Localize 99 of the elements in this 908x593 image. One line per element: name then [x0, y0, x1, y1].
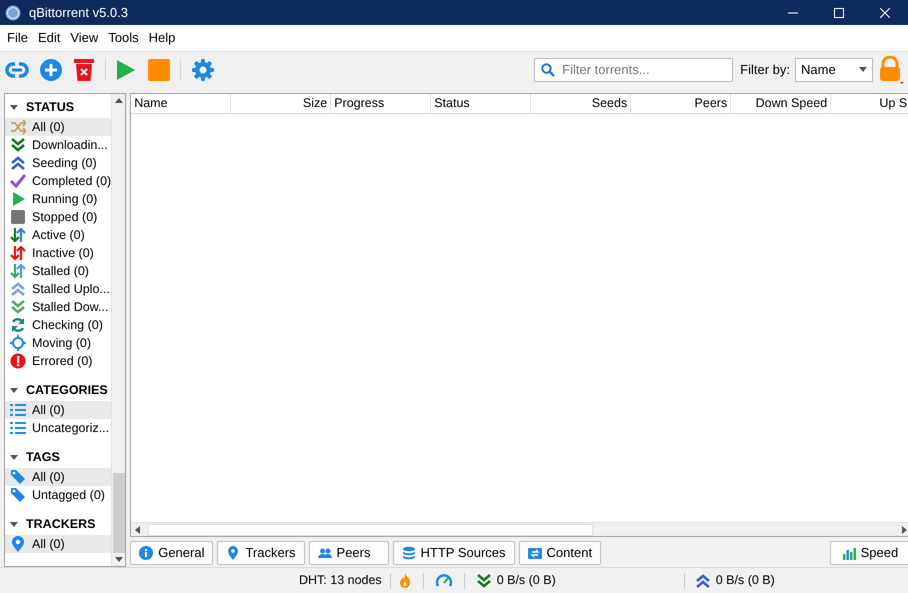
play-icon[interactable] [116, 58, 136, 80]
info-icon [139, 546, 154, 560]
filter-item[interactable]: Moving (0) [5, 334, 112, 352]
filter-item[interactable]: Errored (0) [5, 352, 112, 370]
column-header[interactable]: Seeds [531, 94, 632, 113]
filter-item[interactable]: Untagged (0) [5, 486, 112, 504]
column-header[interactable]: Peers [631, 94, 732, 113]
list-icon [10, 402, 26, 418]
tab-button[interactable]: Peers [308, 541, 389, 566]
search-icon [541, 62, 556, 76]
download-icon [476, 574, 491, 588]
app-logo-icon [5, 4, 21, 20]
tag-icon [10, 487, 26, 503]
tab-button[interactable]: Content [518, 541, 602, 566]
column-header[interactable]: Up S [831, 94, 908, 113]
stop-square-icon [10, 209, 26, 225]
upload-speed: 0 B/s (0 B) [716, 572, 775, 590]
close-icon[interactable] [880, 8, 890, 18]
upload-icon [696, 574, 710, 588]
double-chevron-up-icon [10, 155, 26, 171]
shuffle-icon [10, 119, 26, 135]
filter-value: Name [801, 60, 836, 79]
horizontal-scrollbar[interactable] [131, 522, 908, 536]
filter-item[interactable]: Stopped (0) [5, 208, 112, 226]
tab-button[interactable]: Trackers [217, 541, 305, 566]
filter-item[interactable]: All (0) [5, 118, 112, 136]
filter-item[interactable]: Inactive (0) [5, 244, 112, 262]
double-chevron-down-icon [10, 299, 26, 315]
column-header[interactable]: Down Speed [731, 94, 832, 113]
filter-label: Filter by: [740, 60, 790, 79]
gauge-icon[interactable] [436, 573, 452, 588]
scrollbar[interactable] [111, 94, 126, 566]
folder-arrows-icon [528, 546, 542, 560]
collapse-caret-icon[interactable] [10, 388, 18, 392]
scroll-down-icon[interactable] [114, 557, 123, 562]
maximize-icon[interactable] [834, 8, 844, 18]
bar-chart-icon [842, 546, 856, 560]
scroll-right-icon[interactable] [902, 526, 908, 534]
collapse-caret-icon[interactable] [10, 522, 18, 526]
settings-icon[interactable] [191, 58, 215, 82]
dht-status: DHT: 13 nodes [299, 572, 382, 590]
double-chevron-down-icon [10, 137, 26, 153]
filter-item[interactable]: Running (0) [5, 190, 112, 208]
column-header[interactable]: Size [231, 94, 332, 113]
filter-item[interactable]: Stalled (0) [5, 262, 112, 280]
database-icon [402, 546, 416, 560]
play-icon [10, 191, 26, 207]
window-title: qBittorrent v5.0.3 [29, 4, 128, 22]
scroll-up-icon[interactable] [114, 98, 123, 103]
menu-item[interactable]: File [2, 28, 33, 48]
search-field[interactable]: Filter torrents... [534, 58, 734, 82]
filter-item[interactable]: Stalled Dow... [5, 298, 112, 316]
location-pin-icon [10, 536, 26, 552]
crosshair-icon [10, 335, 26, 351]
column-header[interactable]: Name [131, 94, 232, 113]
filter-item[interactable]: All (0) [5, 535, 112, 553]
scrollbar-thumb[interactable] [112, 473, 125, 554]
collapse-caret-icon[interactable] [10, 104, 18, 110]
delete-icon[interactable] [73, 58, 95, 82]
section-header[interactable]: CATEGORIES [26, 380, 108, 400]
up-down-arrows-icon [10, 263, 26, 279]
error-icon [10, 353, 26, 369]
section-header[interactable]: STATUS [26, 98, 74, 116]
filter-item[interactable]: Stalled Uplo... [5, 280, 112, 298]
people-icon [318, 546, 332, 560]
dropdown-caret-icon [859, 67, 867, 72]
up-down-arrows-icon [10, 227, 26, 243]
download-speed: 0 B/s (0 B) [496, 572, 556, 590]
list-icon [10, 420, 26, 436]
up-down-arrows-icon [10, 245, 26, 261]
filter-item[interactable]: Seeding (0) [5, 154, 112, 172]
filter-item[interactable]: Completed (0) [5, 172, 112, 190]
column-header[interactable]: Progress [331, 94, 432, 113]
collapse-caret-icon[interactable] [10, 454, 18, 460]
menu-item[interactable]: View [65, 28, 104, 48]
location-pin-icon [226, 546, 240, 560]
tag-icon [10, 469, 26, 485]
column-header[interactable]: Status [431, 94, 532, 113]
tab-button[interactable]: General [130, 541, 214, 566]
section-header[interactable]: TAGS [26, 448, 60, 466]
menu-item[interactable]: Edit [32, 28, 66, 48]
filter-item[interactable]: All (0) [5, 401, 112, 419]
scrollbar-thumb[interactable] [148, 524, 594, 536]
checkmark-icon [10, 173, 26, 189]
double-chevron-up-icon [10, 281, 26, 297]
tab-button[interactable]: HTTP Sources [392, 541, 515, 566]
filter-item[interactable]: Downloadin... [5, 136, 112, 154]
refresh-icon [10, 317, 26, 333]
scroll-left-icon[interactable] [135, 526, 140, 534]
filter-item[interactable]: Uncategoriz... [5, 419, 112, 437]
menu-item[interactable]: Help [144, 28, 180, 48]
section-header[interactable]: TRACKERS [26, 514, 96, 534]
speed-button[interactable]: Speed [830, 541, 908, 566]
filter-item[interactable]: All (0) [5, 468, 112, 486]
add-icon[interactable] [39, 58, 63, 82]
filter-dropdown[interactable]: Name [795, 58, 873, 82]
filter-item[interactable]: Checking (0) [5, 316, 112, 334]
filter-item[interactable]: Active (0) [5, 226, 112, 244]
menu-item[interactable]: Tools [103, 28, 144, 48]
